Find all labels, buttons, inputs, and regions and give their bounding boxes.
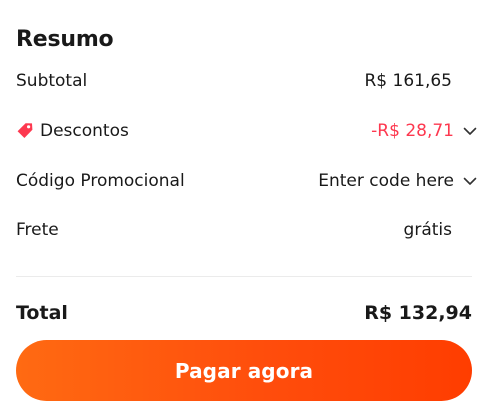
discount-value: -R$ 28,71 [371, 121, 454, 141]
discount-value-wrap: -R$ 28,71 [371, 121, 480, 141]
discount-label-wrap: Descontos [16, 121, 371, 141]
subtotal-value-wrap: R$ 161,65 [364, 71, 480, 91]
subtotal-value: R$ 161,65 [364, 71, 452, 91]
order-summary: Resumo Subtotal R$ 161,65 Descontos -R$ … [0, 0, 500, 416]
subtotal-row: Subtotal R$ 161,65 [16, 67, 480, 95]
pay-now-button[interactable]: Pagar agora [16, 340, 472, 401]
chevron-down-icon[interactable] [462, 173, 478, 189]
shipping-value: grátis [403, 220, 452, 240]
promo-code-label: Código Promocional [16, 171, 185, 191]
shipping-row: Frete grátis [16, 216, 480, 244]
summary-title: Resumo [16, 27, 114, 52]
discount-label: Descontos [40, 121, 129, 141]
divider [16, 276, 472, 277]
chevron-down-icon[interactable] [462, 123, 478, 139]
discount-row[interactable]: Descontos -R$ 28,71 [16, 117, 480, 145]
total-row: Total R$ 132,94 [16, 299, 480, 327]
total-label: Total [16, 302, 68, 324]
promo-code-row[interactable]: Código Promocional Enter code here [16, 167, 480, 195]
shipping-value-wrap: grátis [404, 220, 480, 240]
promo-code-input[interactable]: Enter code here [318, 171, 462, 191]
promo-code-value-wrap: Enter code here [318, 171, 480, 191]
subtotal-label: Subtotal [16, 71, 88, 91]
total-value: R$ 132,94 [364, 302, 472, 324]
shipping-label: Frete [16, 220, 59, 240]
total-value-wrap: R$ 132,94 [364, 302, 480, 324]
tag-icon [16, 122, 34, 140]
